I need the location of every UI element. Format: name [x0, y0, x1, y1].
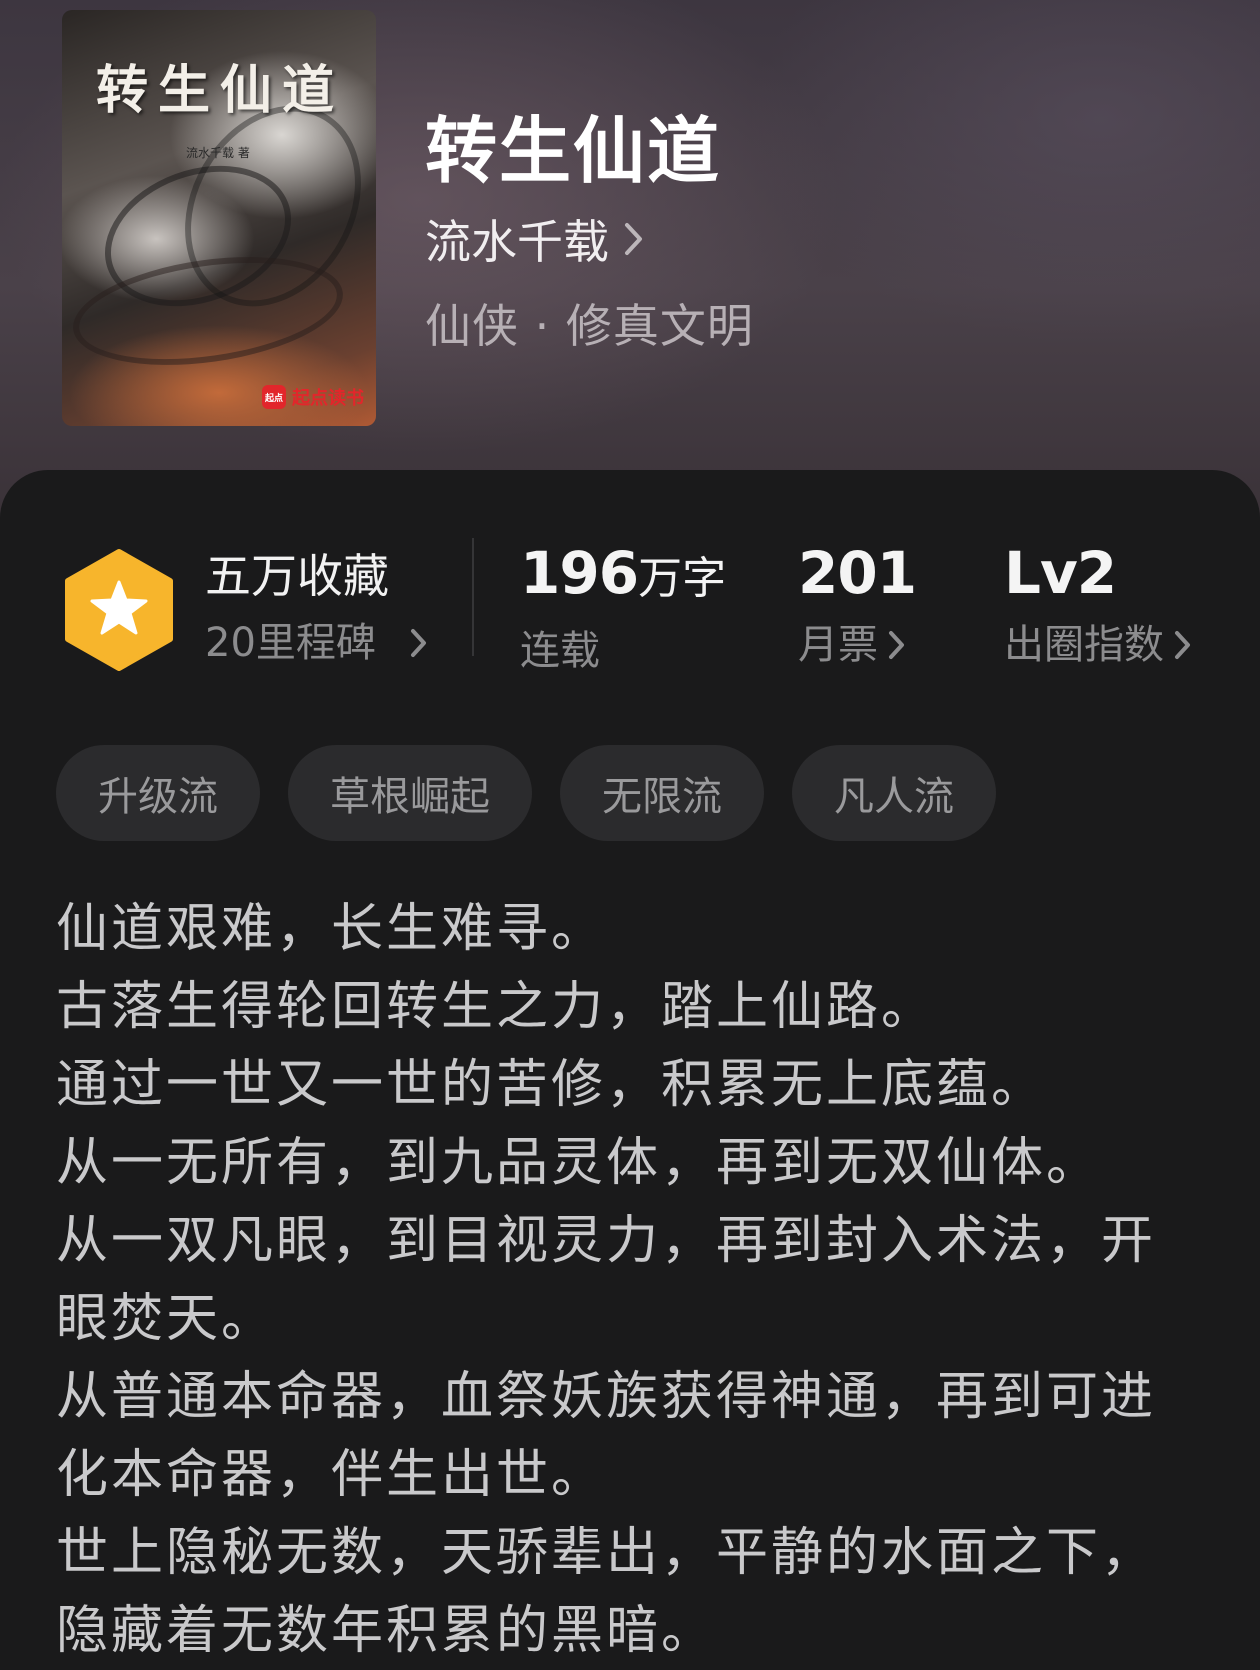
breakout-index-number: Lv2 [1004, 539, 1117, 607]
cover-brand-label: 起点读书 [292, 388, 364, 409]
cover-title: 转生仙道 [96, 60, 345, 121]
cover-author: 流水千载 著 [186, 146, 250, 160]
breakout-index-label: 出圈指数 [1004, 622, 1164, 668]
serial-status: 连载 [520, 628, 600, 674]
synopsis-line: 通过一世又一世的苦修，积累无上底蕴。 [56, 1055, 1047, 1115]
qidian-logo-icon: 起点 [262, 385, 286, 409]
synopsis-line: 从一无所有，到九品灵体，再到无双仙体。 [56, 1133, 1102, 1193]
cover-brand: 起点 起点读书 [262, 384, 364, 410]
collection-label: 五万收藏 [205, 549, 389, 603]
author-link[interactable]: 流水千载 [425, 206, 645, 272]
chevron-right-icon [625, 223, 642, 255]
synopsis-line: 从普通本命器，血祭妖族获得神通，再到可进化本命器，伴生出世。 [56, 1367, 1157, 1505]
tag-chip[interactable]: 草根崛起 [288, 745, 532, 841]
milestone-label: 20里程碑 [205, 620, 376, 666]
collection-stat[interactable]: 五万收藏 20里程碑 [205, 548, 428, 668]
chevron-right-icon [410, 629, 426, 657]
book-detail-page: 转生仙道 流水千载 著 起点 起点读书 转生仙道 流水千载 仙侠 · 修真文明 … [0, 0, 1260, 1670]
tag-chip[interactable]: 无限流 [560, 745, 764, 841]
word-count-stat: 196万字 连载 [520, 540, 726, 676]
book-title: 转生仙道 [425, 108, 722, 193]
stat-divider [472, 538, 474, 656]
author-name: 流水千载 [425, 215, 609, 269]
tag-list: 升级流 草根崛起 无限流 凡人流 [56, 745, 996, 841]
synopsis[interactable]: 仙道艰难，长生难寻。 古落生得轮回转生之力，踏上仙路。 通过一世又一世的苦修，积… [56, 890, 1206, 1670]
breakout-index-stat[interactable]: Lv2 出圈指数 [1004, 540, 1192, 670]
book-genre: 仙侠 · 修真文明 [425, 299, 754, 353]
synopsis-line: 从一双凡眼，到目视灵力，再到封入术法，开眼焚天。 [56, 1211, 1157, 1349]
tag-chip[interactable]: 升级流 [56, 745, 260, 841]
chevron-right-icon [889, 631, 904, 659]
chevron-right-icon [1175, 631, 1190, 659]
word-count-number: 196 [520, 539, 639, 607]
synopsis-line: 古落生得轮回转生之力，踏上仙路。 [56, 977, 937, 1037]
star-hexagon-icon [65, 549, 173, 671]
monthly-votes-stat[interactable]: 201 月票 [798, 539, 917, 670]
monthly-votes-number: 201 [798, 539, 917, 607]
tag-chip[interactable]: 凡人流 [792, 745, 996, 841]
word-count-unit: 万字 [638, 553, 727, 604]
book-cover[interactable]: 转生仙道 流水千载 著 起点 起点读书 [62, 10, 376, 426]
monthly-votes-label: 月票 [798, 622, 878, 668]
synopsis-line: 世上隐秘无数，天骄辈出，平静的水面之下，隐藏着无数年积累的黑暗。 [56, 1523, 1157, 1661]
synopsis-line: 仙道艰难，长生难寻。 [56, 899, 607, 959]
